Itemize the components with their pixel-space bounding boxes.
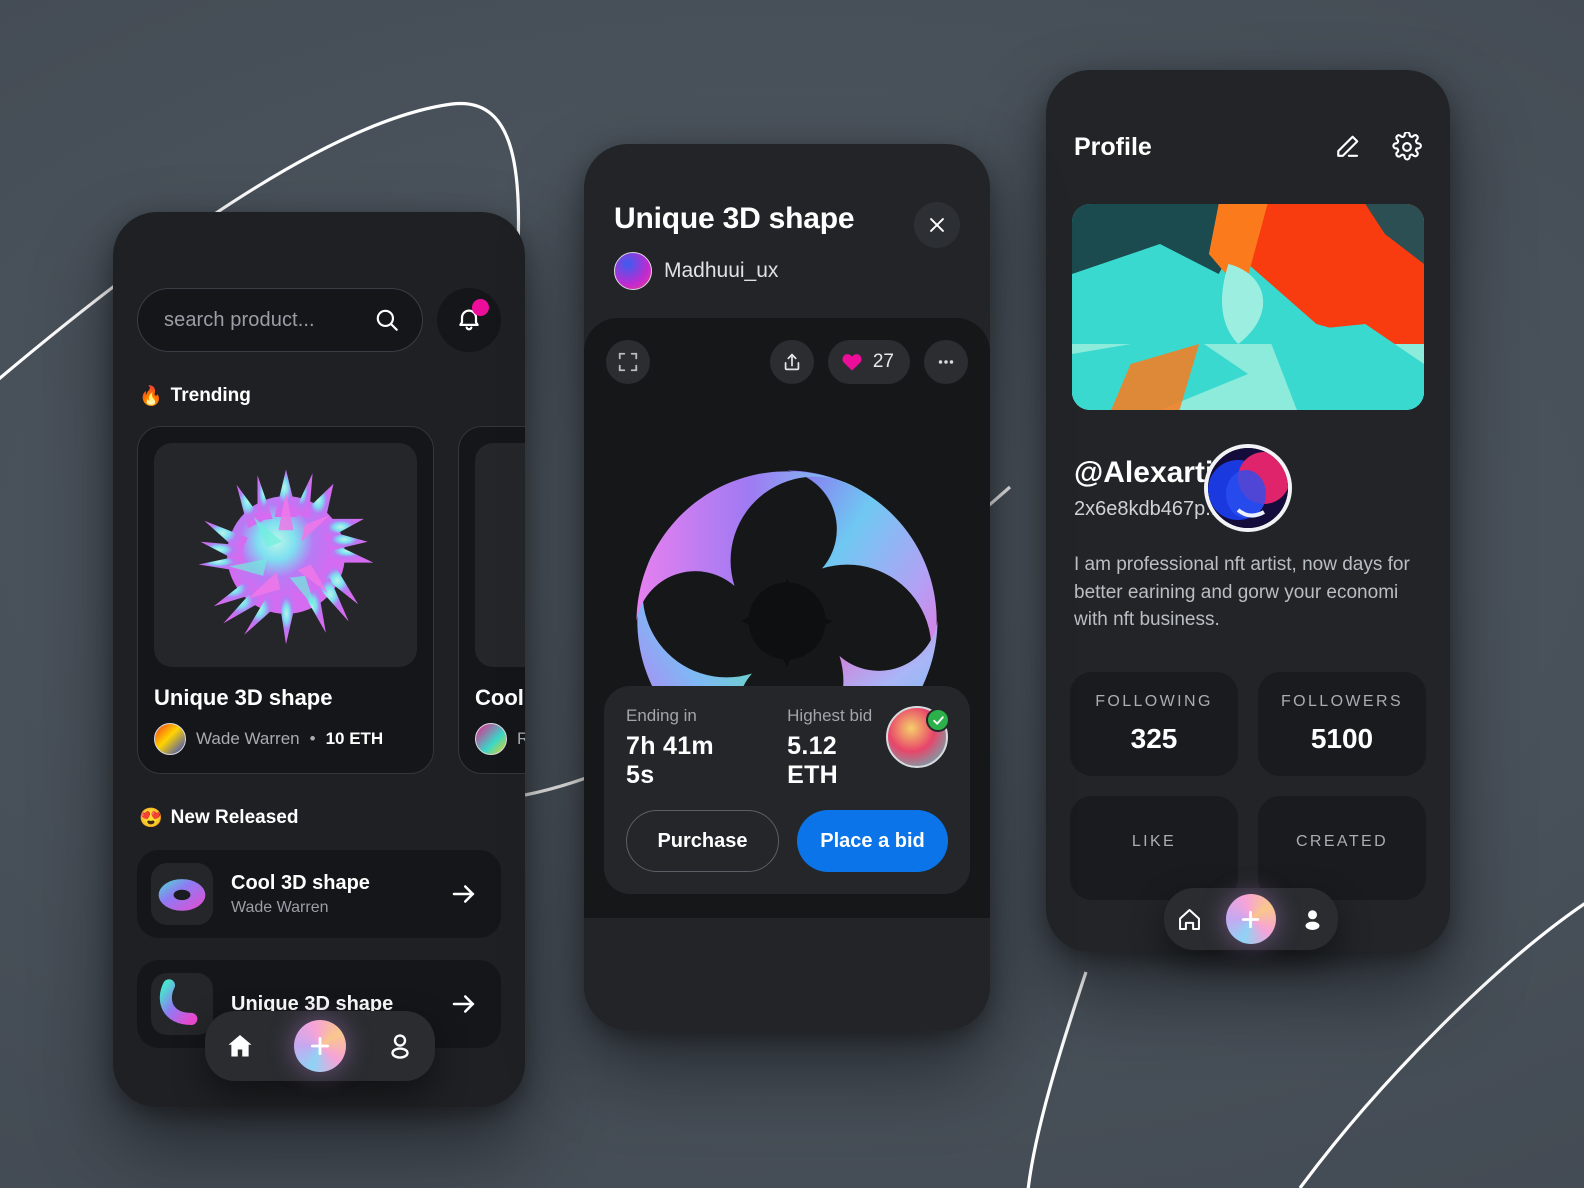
stat-label: LIKE <box>1131 832 1177 850</box>
profile-bio: I am professional nft artist, now days f… <box>1074 554 1410 631</box>
notification-badge <box>472 299 489 316</box>
ending-label: Ending in <box>626 706 697 725</box>
bottom-nav-home[interactable] <box>205 1011 435 1081</box>
add-button[interactable] <box>1225 894 1276 944</box>
like-button[interactable]: 27 <box>827 340 910 384</box>
avatar <box>154 723 186 755</box>
stat-card-following[interactable]: FOLLOWING 325 <box>1070 671 1238 776</box>
auction-card: Ending in 7h 41m 5s Highest bid 5.12 ETH <box>604 686 970 894</box>
bottom-nav-profile[interactable] <box>1164 888 1338 950</box>
fire-emoji: 🔥 <box>139 386 163 407</box>
trending-card-title: Unique 3D shape <box>154 685 333 710</box>
trending-label: Trending <box>170 385 251 406</box>
trending-card-title: Cool 3D shape <box>475 685 525 710</box>
avatar <box>475 723 507 755</box>
wallet-address: 2x6e8kdb467p.... <box>1074 498 1228 520</box>
heart-eyes-emoji: 😍 <box>139 808 163 829</box>
list-item-subtitle: Wade Warren <box>231 898 329 916</box>
arrow-right-icon[interactable] <box>449 879 479 909</box>
nft-thumbnail-torus <box>151 863 213 925</box>
artwork-panel: 27 Ending in 7h 41m 5s Highest bid 5.12 … <box>584 318 990 918</box>
share-button[interactable] <box>769 340 814 384</box>
page-title: Profile <box>1074 132 1152 161</box>
creator-name: Rob <box>517 729 525 748</box>
heart-icon <box>842 354 862 371</box>
nft-artwork-blob <box>475 443 525 667</box>
home-icon[interactable] <box>1176 906 1203 933</box>
search-icon <box>376 309 398 331</box>
close-button[interactable] <box>914 202 960 248</box>
stat-card-followers[interactable]: FOLLOWERS 5100 <box>1258 671 1426 776</box>
fullscreen-button[interactable] <box>606 340 650 384</box>
stat-label: CREATED <box>1295 832 1389 850</box>
section-title-trending: 🔥 Trending <box>139 384 501 408</box>
home-screen-phone: search product... 🔥 Trending Unique 3D s… <box>113 212 525 1107</box>
purchase-button[interactable]: Purchase <box>626 810 779 872</box>
stat-value: 5100 <box>1310 722 1374 754</box>
new-released-label: New Released <box>170 807 299 828</box>
profile-banner <box>1072 204 1424 410</box>
person-icon[interactable] <box>1299 906 1326 933</box>
highest-bid-label: Highest bid <box>787 706 873 725</box>
stat-label: FOLLOWERS <box>1280 692 1404 710</box>
bidder-avatar[interactable] <box>886 706 950 768</box>
stat-label: FOLLOWING <box>1095 692 1213 710</box>
detail-header-text: Unique 3D shape Madhuui_ux <box>614 202 855 290</box>
creator-row[interactable]: Madhuui_ux <box>614 252 854 290</box>
highest-bid-block: Highest bid 5.12 ETH <box>787 706 886 790</box>
search-placeholder: search product... <box>164 308 315 331</box>
profile-avatar[interactable] <box>1204 444 1292 532</box>
check-icon <box>932 715 944 725</box>
add-button[interactable] <box>293 1020 346 1072</box>
nft-artwork-spiky-sphere <box>154 443 417 667</box>
trending-card-meta: Rob <box>475 723 525 755</box>
trending-card[interactable]: Unique 3D shape Wade Warren • 10 ETH <box>137 426 434 774</box>
search-input[interactable]: search product... <box>137 288 423 352</box>
fullscreen-icon <box>618 352 638 372</box>
stat-card-created[interactable]: CREATED <box>1258 795 1426 900</box>
verified-badge <box>926 708 950 732</box>
search-row: search product... <box>137 288 501 352</box>
place-bid-button[interactable]: Place a bid <box>797 810 948 872</box>
ending-value: 7h 41m 5s <box>626 732 714 789</box>
creator-username: Madhuui_ux <box>664 259 779 282</box>
detail-screen-phone: Unique 3D shape Madhuui_ux 27 Ending in … <box>584 144 990 1030</box>
avatar <box>614 252 652 290</box>
more-button[interactable] <box>924 340 968 384</box>
list-item-title: Cool 3D shape <box>231 871 370 894</box>
trending-list[interactable]: Unique 3D shape Wade Warren • 10 ETH Coo… <box>137 426 525 774</box>
notification-button[interactable] <box>437 288 501 352</box>
list-item[interactable]: Cool 3D shape Wade Warren <box>137 850 501 938</box>
like-count: 27 <box>872 351 894 372</box>
ending-block: Ending in 7h 41m 5s <box>626 706 739 790</box>
plus-icon <box>1242 910 1260 928</box>
highest-bid-value: 5.12 ETH <box>787 732 839 789</box>
close-icon <box>930 218 944 232</box>
more-icon <box>938 360 954 364</box>
share-icon <box>784 353 800 371</box>
profile-screen-phone: Profile @Alexartist 2x6e8kdb467p.... I a… <box>1046 70 1450 952</box>
nft-thumbnail-curve <box>151 973 213 1035</box>
home-icon[interactable] <box>225 1031 255 1061</box>
artwork-toolbar: 27 <box>606 340 968 384</box>
creator-name: Wade Warren <box>196 729 300 748</box>
price: 10 ETH <box>325 729 384 748</box>
section-title-new-released: 😍 New Released <box>139 806 501 830</box>
person-icon[interactable] <box>385 1031 415 1061</box>
profile-stats: FOLLOWING 325 FOLLOWERS 5100 LIKE CREATE… <box>1070 671 1426 900</box>
trending-card-meta: Wade Warren • 10 ETH <box>154 723 417 755</box>
separator: • <box>309 729 316 748</box>
stat-card-like[interactable]: LIKE <box>1070 795 1238 900</box>
trending-card[interactable]: Cool 3D shape Rob <box>458 426 525 774</box>
page-title: Unique 3D shape <box>614 202 855 235</box>
stat-value: 325 <box>1130 722 1178 754</box>
arrow-right-icon[interactable] <box>449 989 479 1019</box>
plus-icon <box>310 1037 329 1055</box>
gear-icon[interactable] <box>1392 132 1422 162</box>
list-item-text: Cool 3D shape Wade Warren <box>231 872 431 917</box>
pencil-icon[interactable] <box>1332 132 1362 162</box>
